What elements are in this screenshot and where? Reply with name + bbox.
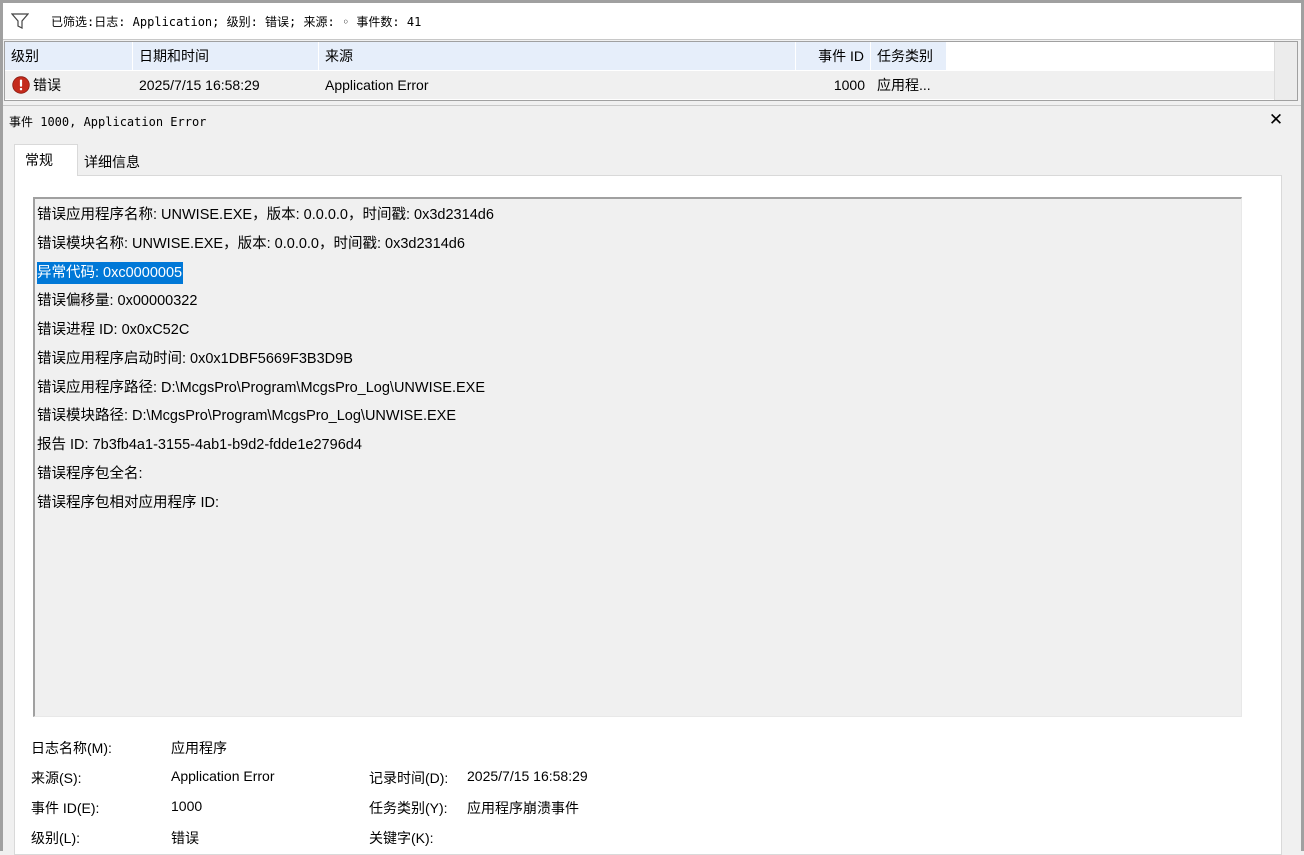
column-header-level[interactable]: 级别 (5, 42, 133, 70)
column-header-task-category[interactable]: 任务类别 (871, 42, 947, 70)
event-list[interactable]: 级别 日期和时间 来源 事件 ID 任务类别 错误 2025/7/15 16:5… (4, 41, 1298, 101)
description-line[interactable]: 错误模块名称: UNWISE.EXE，版本: 0.0.0.0，时间戳: 0x3d… (37, 233, 465, 255)
filter-summary: 已筛选:日志: Application; 级别: 错误; 来源: ◦ 事件数: … (51, 15, 422, 29)
window-frame-left (0, 0, 3, 851)
column-header-datetime[interactable]: 日期和时间 (133, 42, 319, 70)
event-id-value[interactable]: 1000 (171, 798, 202, 814)
description-line[interactable]: 错误进程 ID: 0x0xC52C (37, 319, 189, 341)
log-name-value[interactable]: 应用程序 (171, 738, 227, 758)
column-header-event-id[interactable]: 事件 ID (796, 42, 871, 70)
filter-bar: 已筛选:日志: Application; 级别: 错误; 来源: ◦ 事件数: … (3, 3, 1301, 40)
row-datetime: 2025/7/15 16:58:29 (139, 77, 260, 93)
log-name-label: 日志名称(M): (31, 740, 112, 756)
description-line[interactable]: 报告 ID: 7b3fb4a1-3155-4ab1-b9d2-fdde1e279… (37, 434, 362, 456)
logged-label: 记录时间(D): (369, 770, 449, 786)
level-value[interactable]: 错误 (171, 828, 199, 848)
event-id-label: 事件 ID(E): (31, 800, 100, 816)
event-description-box[interactable]: 错误应用程序名称: UNWISE.EXE，版本: 0.0.0.0，时间戳: 0x… (33, 197, 1242, 717)
tab-general[interactable]: 常规 (14, 144, 78, 176)
table-row[interactable]: 错误 2025/7/15 16:58:29 Application Error … (5, 71, 1274, 99)
description-line[interactable]: 错误模块路径: D:\McgsPro\Program\McgsPro_Log\U… (37, 405, 456, 427)
keywords-label: 关键字(K): (369, 830, 434, 846)
description-line[interactable]: 错误应用程序启动时间: 0x0x1DBF5669F3B3D9B (37, 348, 353, 370)
filter-icon[interactable] (11, 12, 29, 30)
description-line[interactable]: 错误应用程序路径: D:\McgsPro\Program\McgsPro_Log… (37, 377, 485, 399)
tab-details[interactable]: 详细信息 (74, 146, 154, 178)
event-list-scrollbar[interactable] (1274, 42, 1297, 100)
column-header-source[interactable]: 来源 (319, 42, 796, 70)
event-list-header: 级别 日期和时间 来源 事件 ID 任务类别 (5, 42, 1274, 70)
row-event-id: 1000 (833, 77, 865, 93)
task-category-value[interactable]: 应用程序崩溃事件 (467, 798, 579, 818)
level-label: 级别(L): (31, 830, 80, 846)
description-line[interactable]: 错误应用程序名称: UNWISE.EXE，版本: 0.0.0.0，时间戳: 0x… (37, 204, 494, 226)
source-label: 来源(S): (31, 770, 82, 786)
description-line[interactable]: 错误程序包全名: (37, 463, 143, 485)
row-level: 错误 (33, 77, 61, 93)
description-line-selected[interactable]: 异常代码: 0xc0000005 (37, 262, 184, 284)
logged-value[interactable]: 2025/7/15 16:58:29 (467, 768, 588, 784)
row-source: Application Error (325, 77, 429, 93)
row-task-category: 应用程... (877, 77, 931, 93)
pane-splitter[interactable] (3, 105, 1301, 106)
source-value[interactable]: Application Error (171, 768, 275, 784)
event-detail-title: 事件 1000, Application Error (9, 115, 207, 129)
description-line[interactable]: 错误偏移量: 0x00000322 (37, 290, 197, 312)
description-line[interactable]: 错误程序包相对应用程序 ID: (37, 492, 219, 514)
task-category-label: 任务类别(Y): (369, 800, 448, 816)
close-icon[interactable]: ✕ (1268, 111, 1284, 128)
